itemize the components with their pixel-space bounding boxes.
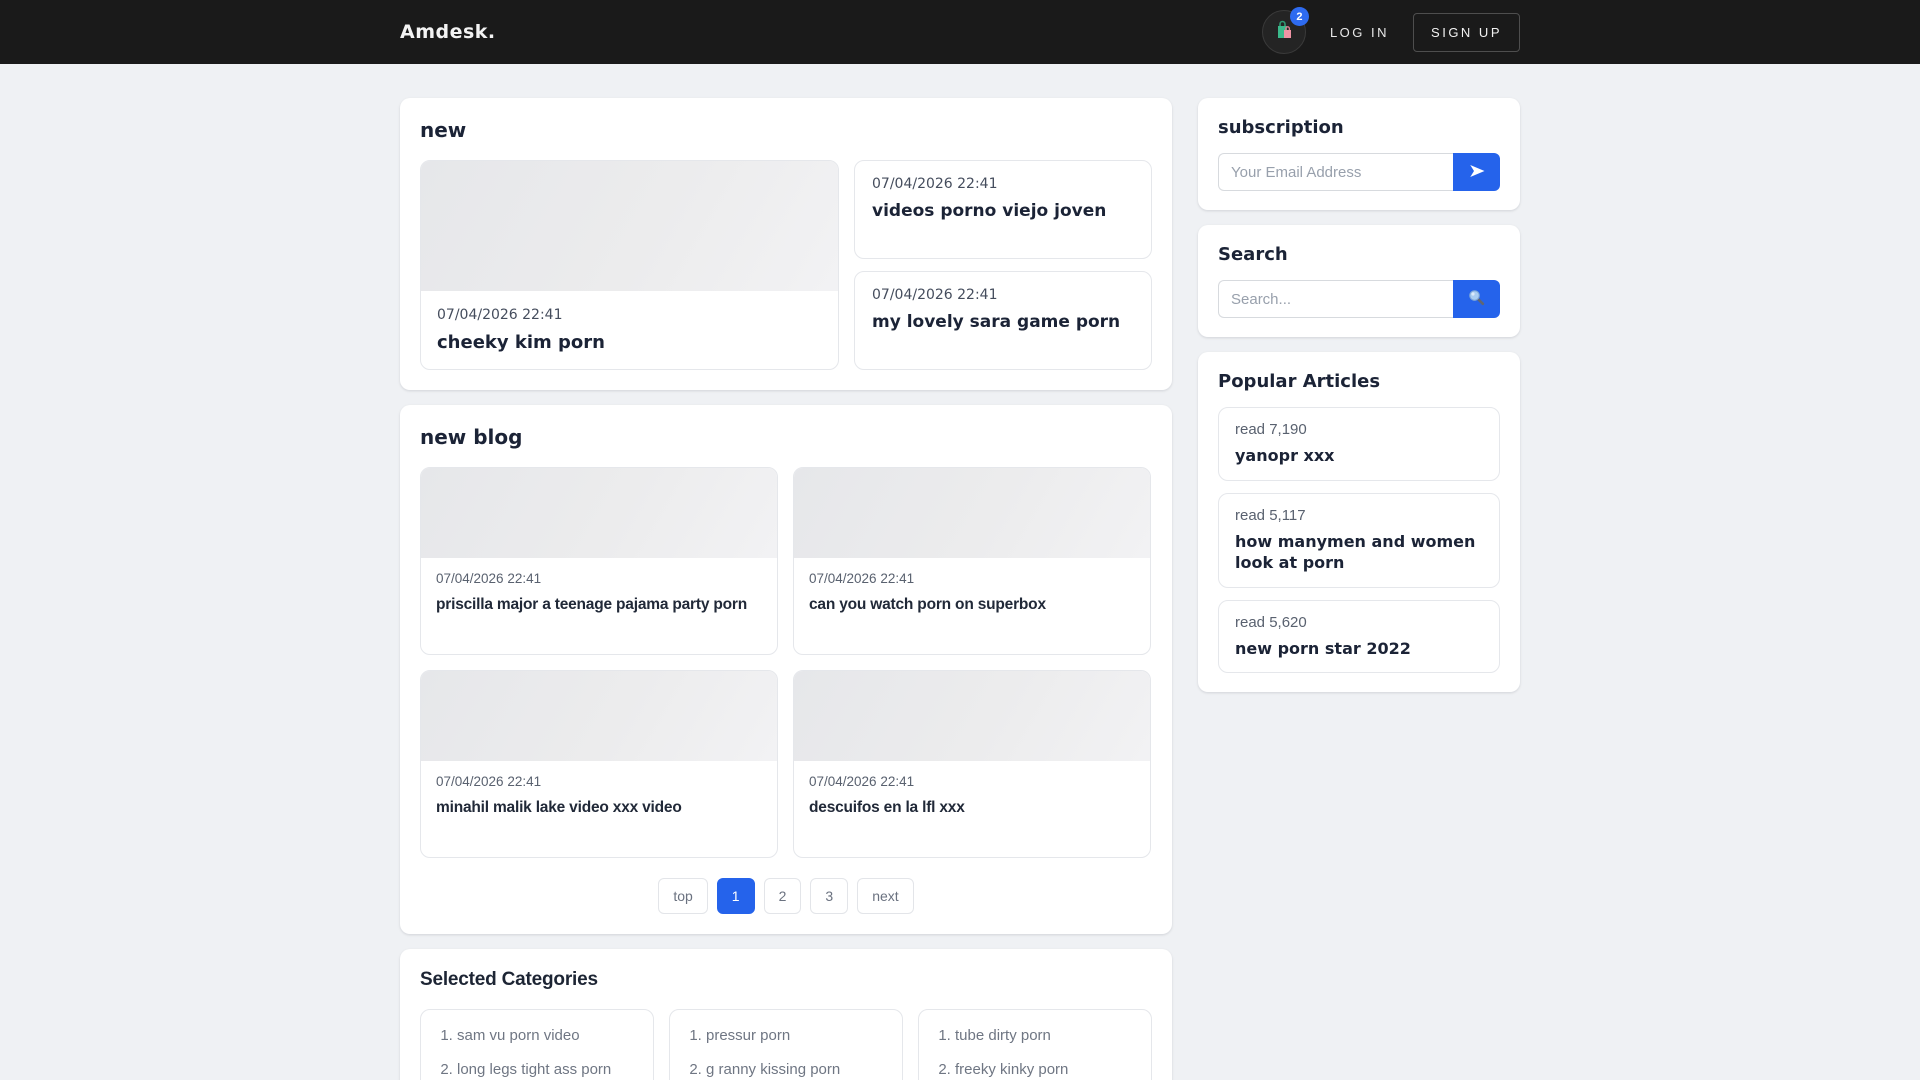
subscribe-button[interactable]	[1453, 153, 1500, 191]
featured-post-thumbnail	[421, 161, 838, 291]
post-date: 07/04/2026 22:41	[436, 571, 542, 586]
search-heading: Search	[1218, 244, 1288, 265]
post-title: descuifos en la lfl xxx	[809, 799, 965, 816]
blog-post-card[interactable]: 07/04/2026 22:41 priscilla major a teena…	[420, 467, 778, 655]
post-date: 07/04/2026 22:41	[872, 176, 998, 192]
search-input[interactable]	[1218, 280, 1453, 318]
pagination: top 1 2 3 next	[420, 878, 1152, 914]
popular-article-card[interactable]: read 5,117 how manymen and women look at…	[1218, 492, 1500, 588]
blog-post-card[interactable]: 07/04/2026 22:41 descuifos en la lfl xxx	[793, 670, 1151, 858]
article-title: new porn star 2022	[1235, 638, 1411, 658]
popular-article-card[interactable]: read 5,620 new porn star 2022	[1218, 599, 1500, 674]
category-link[interactable]: long legs tight ass porn	[457, 1059, 637, 1080]
search-button[interactable]	[1453, 280, 1500, 318]
blog-post-card[interactable]: 07/04/2026 22:41 can you watch porn on s…	[793, 467, 1151, 655]
category-link[interactable]: pressur porn	[706, 1025, 886, 1048]
pagination-next-button[interactable]: next	[857, 878, 914, 914]
subscription-widget: subscription	[1198, 98, 1520, 210]
section-selected-categories: Selected Categories sam vu porn video lo…	[400, 949, 1172, 1080]
brand-logo[interactable]: Amdesk.	[400, 21, 496, 43]
side-post-card[interactable]: 07/04/2026 22:41 videos porno viejo jove…	[854, 160, 1152, 259]
selected-categories-heading: Selected Categories	[420, 969, 598, 990]
side-post-card[interactable]: 07/04/2026 22:41 my lovely sara game por…	[854, 271, 1152, 370]
article-title: yanopr xxx	[1235, 446, 1335, 465]
post-title: priscilla major a teenage pajama party p…	[436, 596, 747, 613]
pagination-page-2-button[interactable]: 2	[763, 878, 802, 914]
popular-articles-widget: Popular Articles read 7,190 yanopr xxx r…	[1198, 352, 1520, 693]
section-new-heading: new	[420, 118, 467, 142]
blog-post-thumbnail	[421, 671, 777, 761]
pagination-top-button[interactable]: top	[658, 878, 708, 914]
category-link[interactable]: tube dirty porn	[955, 1025, 1135, 1048]
article-title: how manymen and women look at porn	[1235, 531, 1476, 573]
category-link[interactable]: freeky kinky porn	[955, 1059, 1135, 1080]
shopping-bags-button[interactable]: 2	[1261, 7, 1309, 54]
post-date: 07/04/2026 22:41	[809, 571, 915, 586]
pagination-page-1-button[interactable]: 1	[716, 878, 755, 914]
send-arrow-icon	[1468, 163, 1486, 182]
section-new-blog-heading: new blog	[420, 425, 523, 449]
pagination-page-3-button[interactable]: 3	[810, 878, 849, 914]
article-read-count: read 5,620	[1235, 613, 1307, 631]
post-date: 07/04/2026 22:41	[436, 774, 542, 789]
blog-post-thumbnail	[421, 468, 777, 558]
article-read-count: read 5,117	[1235, 506, 1306, 524]
post-title: cheeky kim porn	[437, 332, 605, 353]
login-link[interactable]: LOG IN	[1330, 25, 1389, 40]
category-link[interactable]: sam vu porn video	[457, 1025, 637, 1048]
post-title: videos porno viejo joven	[872, 201, 1107, 221]
blog-post-thumbnail	[794, 468, 1150, 558]
category-list: sam vu porn video long legs tight ass po…	[420, 1009, 654, 1080]
email-field[interactable]	[1218, 153, 1453, 191]
post-date: 07/04/2026 22:41	[872, 287, 998, 303]
blog-post-thumbnail	[794, 671, 1150, 761]
category-link[interactable]: g ranny kissing porn	[706, 1059, 886, 1080]
post-title: my lovely sara game porn	[872, 312, 1121, 332]
post-date: 07/04/2026 22:41	[437, 307, 563, 323]
search-icon	[1467, 288, 1486, 310]
cart-count-badge: 2	[1289, 7, 1309, 26]
post-title: can you watch porn on superbox	[809, 596, 1046, 613]
search-widget: Search	[1198, 225, 1520, 337]
signup-button[interactable]: SIGN UP	[1413, 12, 1520, 52]
popular-article-card[interactable]: read 7,190 yanopr xxx	[1218, 407, 1500, 481]
category-list: tube dirty porn freeky kinky porn skylar…	[918, 1009, 1152, 1080]
article-read-count: read 7,190	[1235, 421, 1307, 438]
category-list: pressur porn g ranny kissing porn pussy …	[669, 1009, 903, 1080]
popular-articles-heading: Popular Articles	[1218, 371, 1381, 392]
post-title: minahil malik lake video xxx video	[436, 799, 682, 816]
section-new-blog: new blog 07/04/2026 22:41 priscilla majo…	[400, 405, 1172, 934]
post-date: 07/04/2026 22:41	[809, 774, 915, 789]
top-navbar: Amdesk. 2 LOG IN SIGN UP	[0, 0, 1920, 64]
section-new: new 07/04/2026 22:41 cheeky kim porn 07/…	[400, 98, 1172, 390]
subscription-heading: subscription	[1218, 117, 1344, 138]
blog-post-card[interactable]: 07/04/2026 22:41 minahil malik lake vide…	[420, 670, 778, 858]
featured-post-card[interactable]: 07/04/2026 22:41 cheeky kim porn	[420, 160, 839, 370]
